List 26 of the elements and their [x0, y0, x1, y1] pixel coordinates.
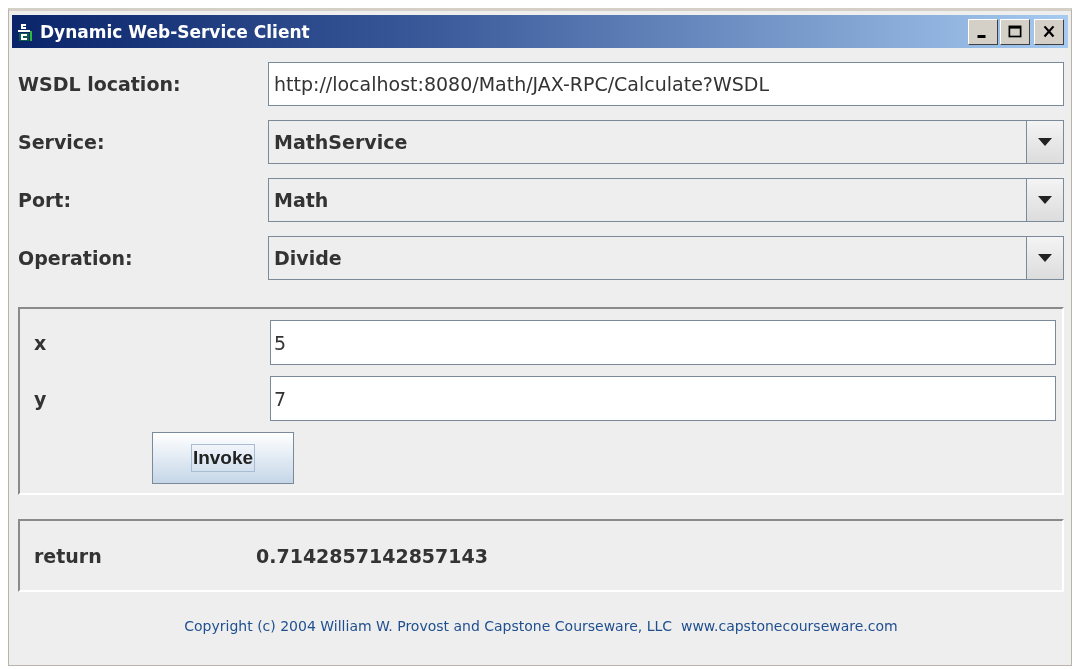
parameter-label: x	[34, 331, 48, 354]
window-title: Dynamic Web-Service Client	[40, 21, 310, 42]
caret-icon	[1038, 196, 1052, 204]
field-label: Service:	[18, 131, 106, 153]
copyright-text: Copyright (c) 2004 William W. Provost and Capstone Courseware, LLC www.capstonecourseware.com	[184, 617, 898, 634]
field-label: Port:	[18, 189, 73, 211]
parameter-label: y	[34, 387, 48, 410]
close-button[interactable]	[1034, 18, 1064, 45]
url-field[interactable]: http://localhost:8080/Math/JAX-RPC/Calculate?WSDL	[268, 62, 1064, 106]
dropdown[interactable]: Divide	[268, 236, 1064, 280]
invoke-button[interactable]: Invoke	[152, 432, 294, 484]
maximize-button[interactable]	[1000, 18, 1030, 45]
minimize-icon	[976, 35, 986, 38]
maximize-icon	[1006, 23, 1024, 40]
caret-icon	[1038, 254, 1052, 262]
result-value: 0.7142857142857143	[256, 544, 488, 567]
parameter-field[interactable]: 5	[270, 320, 1056, 365]
dropdown[interactable]: Math	[268, 178, 1064, 222]
parameter-field[interactable]: 7	[270, 376, 1056, 421]
app-icon	[18, 22, 32, 41]
minimize-button[interactable]	[968, 18, 998, 45]
field-label: Operation:	[18, 247, 134, 269]
result-label: return	[34, 544, 103, 567]
field-label: WSDL location:	[18, 73, 182, 95]
dropdown[interactable]: MathService	[268, 120, 1064, 164]
caret-icon	[1038, 138, 1052, 146]
